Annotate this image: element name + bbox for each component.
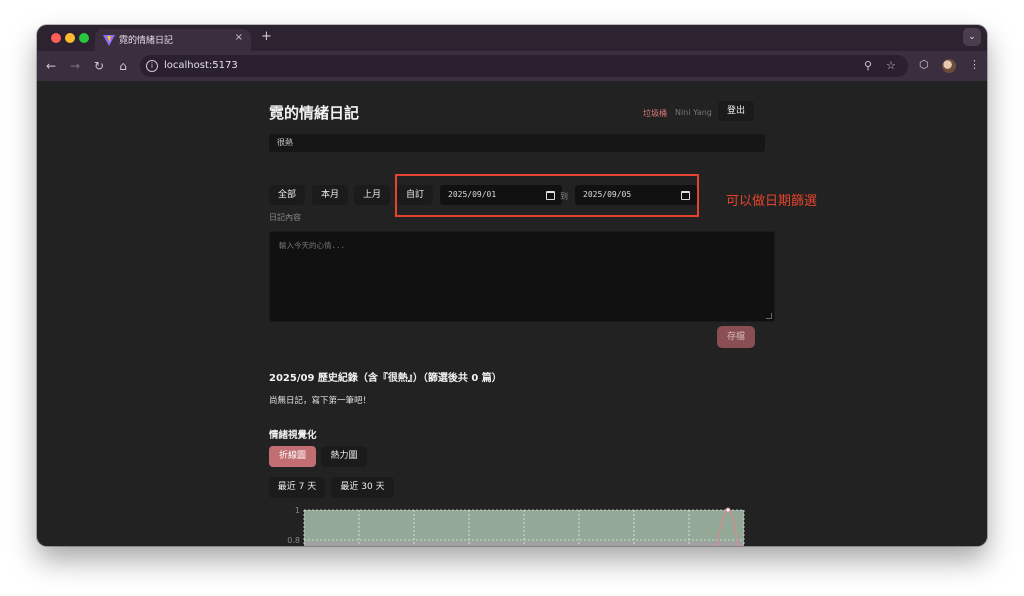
minimize-window-button[interactable] bbox=[65, 33, 75, 43]
reload-icon[interactable]: ↻ bbox=[91, 58, 107, 74]
filter-all-button[interactable]: 全部 bbox=[269, 185, 305, 205]
empty-message: 尚無日記，寫下第一筆吧！ bbox=[269, 396, 372, 406]
new-tab-button[interactable]: + bbox=[261, 29, 272, 44]
extensions-icon[interactable]: ⬡ bbox=[919, 58, 929, 71]
zoom-icon[interactable]: ⚲ bbox=[864, 59, 872, 72]
range-7-days-button[interactable]: 最近 7 天 bbox=[269, 477, 325, 498]
bookmark-star-icon[interactable]: ☆ bbox=[886, 59, 896, 72]
annotation-highlight-box bbox=[395, 174, 699, 217]
forward-icon[interactable]: → bbox=[67, 58, 83, 74]
browser-tab[interactable]: 霓的情緒日記 × bbox=[95, 29, 251, 51]
search-input[interactable]: 很熱 bbox=[269, 134, 765, 152]
page-title: 霓的情緒日記 bbox=[269, 104, 360, 122]
filter-last-month-button[interactable]: 上月 bbox=[354, 185, 390, 205]
chart-ytick-label: 1 bbox=[295, 506, 300, 515]
visualization-heading: 情緒視覺化 bbox=[269, 430, 317, 441]
annotation-text: 可以做日期篩選 bbox=[726, 194, 818, 209]
range-30-days-button[interactable]: 最近 30 天 bbox=[331, 477, 394, 498]
diary-placeholder: 輸入今天的心情... bbox=[279, 241, 346, 250]
home-icon[interactable]: ⌂ bbox=[115, 58, 131, 74]
browser-toolbar: ← → ↻ ⌂ i localhost:5173 ⚲ ☆ ⬡ ⋮ bbox=[37, 51, 987, 81]
back-icon[interactable]: ← bbox=[43, 58, 59, 74]
tab-bar: 霓的情緒日記 × + ⌄ bbox=[37, 25, 987, 51]
profile-avatar[interactable] bbox=[942, 59, 956, 73]
url-text[interactable]: localhost:5173 bbox=[164, 60, 238, 71]
emotion-chart: 10.80.6 bbox=[269, 506, 789, 546]
heatmap-tab[interactable]: 熱力圖 bbox=[321, 446, 367, 467]
diary-textarea[interactable]: 輸入今天的心情... bbox=[269, 231, 775, 322]
page-content: 霓的情緒日記 垃圾桶 Nini Yang 登出 很熱 全部 本月 上月 自訂 2… bbox=[37, 81, 987, 546]
filter-this-month-button[interactable]: 本月 bbox=[312, 185, 348, 205]
resize-handle-icon[interactable] bbox=[766, 313, 772, 319]
user-name: Nini Yang bbox=[675, 108, 712, 117]
chart-data-point bbox=[725, 507, 731, 513]
browser-window: 霓的情緒日記 × + ⌄ ← → ↻ ⌂ i localhost:5173 ⚲ … bbox=[37, 25, 987, 546]
tab-close-icon[interactable]: × bbox=[235, 32, 243, 43]
vite-icon bbox=[103, 35, 115, 46]
trash-link[interactable]: 垃圾桶 bbox=[643, 108, 667, 119]
address-bar[interactable]: i localhost:5173 ⚲ ☆ bbox=[140, 55, 908, 77]
site-info-icon[interactable]: i bbox=[146, 60, 158, 72]
tab-search-button[interactable]: ⌄ bbox=[963, 28, 981, 46]
emotion-line-chart: 10.80.6 bbox=[287, 506, 745, 546]
line-chart-tab[interactable]: 折線圖 bbox=[269, 446, 316, 467]
save-button[interactable]: 存檔 bbox=[717, 326, 755, 348]
browser-menu-icon[interactable]: ⋮ bbox=[969, 58, 980, 71]
close-window-button[interactable] bbox=[51, 33, 61, 43]
logout-button[interactable]: 登出 bbox=[718, 101, 754, 121]
maximize-window-button[interactable] bbox=[79, 33, 89, 43]
history-heading: 2025/09 歷史紀錄（含『很熱』）（篩選後共 0 篇） bbox=[269, 373, 502, 384]
chart-ytick-label: 0.8 bbox=[287, 536, 300, 545]
diary-content-label: 日記內容 bbox=[269, 213, 301, 222]
tab-title: 霓的情緒日記 bbox=[119, 36, 174, 46]
